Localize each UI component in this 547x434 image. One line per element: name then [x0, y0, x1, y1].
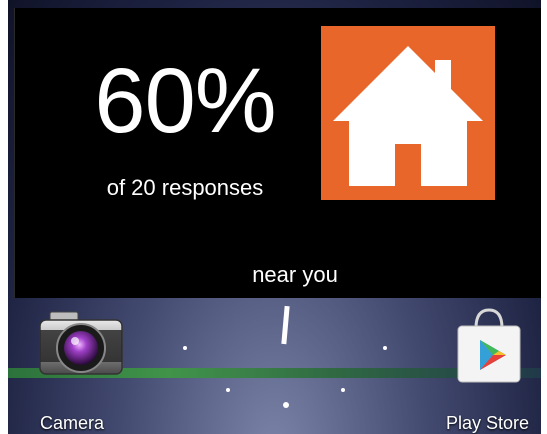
stat-value: 60%: [94, 50, 276, 152]
analog-clock-widget: [183, 305, 387, 408]
home-tile[interactable]: [321, 26, 495, 200]
camera-icon: [39, 311, 123, 375]
home-dock: Camera Play Store: [0, 298, 547, 434]
camera-app[interactable]: Camera: [30, 308, 130, 434]
screen-border-right: [541, 0, 547, 434]
screen-border-left: [0, 0, 8, 434]
play-store-icon: [457, 308, 521, 383]
camera-app-label: Camera: [40, 413, 105, 433]
location-label: near you: [252, 262, 338, 287]
play-store-app-label: Play Store: [446, 413, 530, 433]
stat-caption: of 20 responses: [106, 175, 264, 200]
home-icon: [333, 46, 483, 186]
play-store-app[interactable]: Play Store: [440, 306, 546, 433]
survey-widget[interactable]: 60% of 20 responses near you: [14, 8, 542, 298]
